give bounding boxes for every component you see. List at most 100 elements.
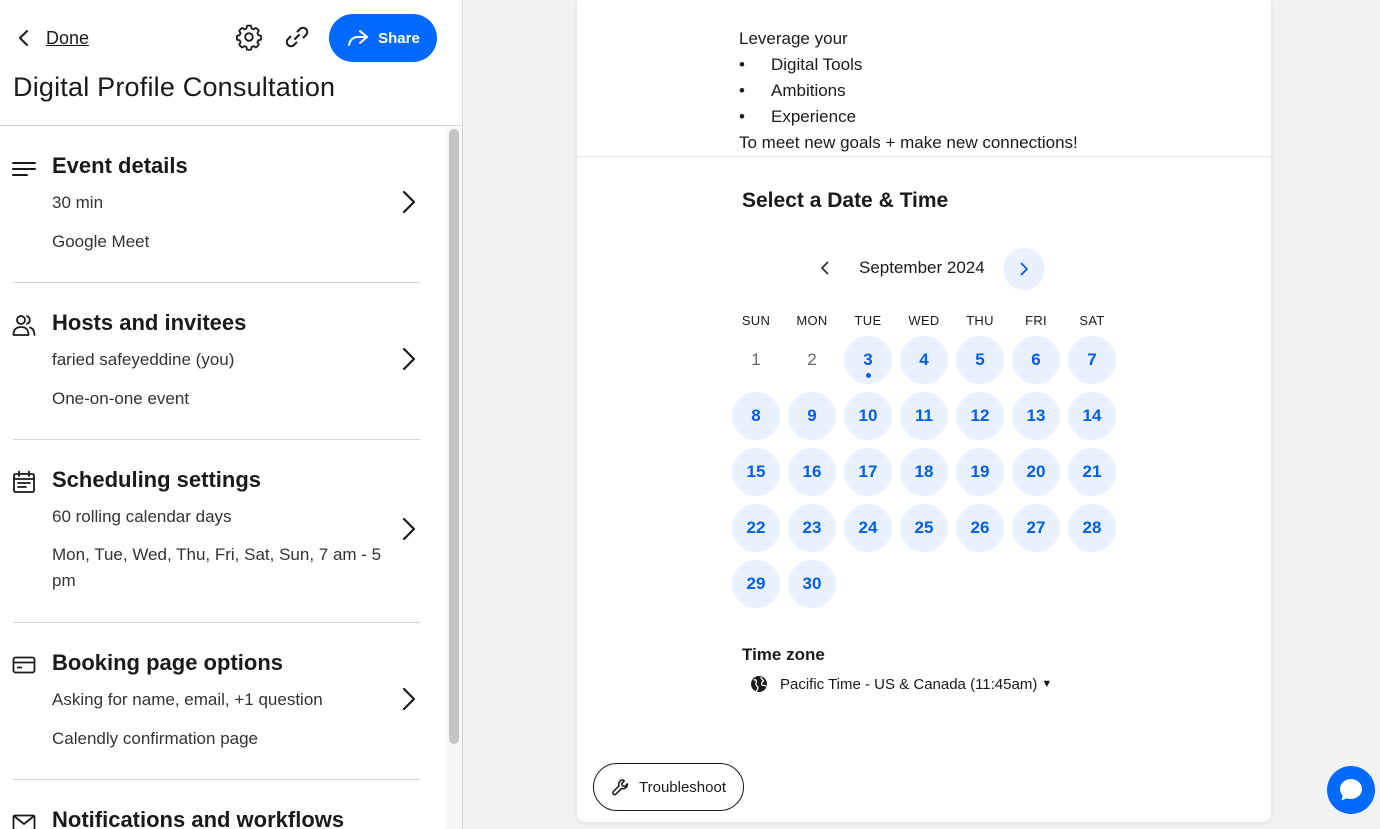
settings-button[interactable]	[234, 22, 264, 52]
section-line: Google Meet	[52, 232, 150, 251]
today-indicator	[866, 373, 871, 378]
calendar-day-22[interactable]: 22	[732, 504, 780, 552]
day-number: 29	[746, 574, 766, 593]
day-number: 24	[858, 518, 878, 537]
bullet-text: Digital Tools	[771, 55, 863, 74]
divider	[13, 282, 420, 283]
day-number: 28	[1082, 518, 1102, 537]
description-bullet: • Digital Tools	[739, 52, 1078, 78]
calendar-day-11[interactable]: 11	[900, 392, 948, 440]
calendar-day-12[interactable]: 12	[956, 392, 1004, 440]
mail-icon	[12, 811, 36, 829]
day-number: 2	[807, 350, 817, 369]
day-number: 16	[802, 462, 822, 481]
left-header: Done Share Digital Profile Consultation	[0, 0, 462, 126]
calendar-day-21[interactable]: 21	[1068, 448, 1116, 496]
calendar-day-9[interactable]: 9	[788, 392, 836, 440]
calendar-day-18[interactable]: 18	[900, 448, 948, 496]
day-number: 23	[802, 518, 822, 537]
weekday-mon: MON	[796, 313, 828, 328]
bullet-text: Ambitions	[771, 81, 846, 100]
section-booking-page-options[interactable]: Booking page options Asking for name, em…	[0, 624, 446, 780]
select-date-title: Select a Date & Time	[742, 189, 949, 212]
chevron-right-icon[interactable]	[398, 685, 420, 713]
day-number: 6	[1031, 350, 1041, 369]
description-bullet: • Ambitions	[739, 78, 1078, 104]
calendar-day-28[interactable]: 28	[1068, 504, 1116, 552]
day-number: 1	[751, 350, 761, 369]
calendar-day-10[interactable]: 10	[844, 392, 892, 440]
section-line: Mon, Tue, Wed, Thu, Fri, Sat, Sun, 7 am …	[52, 545, 382, 590]
section-title: Hosts and invitees	[52, 310, 247, 335]
calendar-day-19[interactable]: 19	[956, 448, 1004, 496]
section-hosts-and-invitees[interactable]: Hosts and invitees faried safeyeddine (y…	[0, 284, 446, 440]
calendar-icon	[12, 470, 36, 494]
weekday-tue: TUE	[854, 313, 882, 328]
chevron-right-icon[interactable]	[398, 188, 420, 216]
section-notifications-and-workflows[interactable]: Notifications and workflows	[0, 781, 446, 829]
done-label: Done	[46, 27, 90, 48]
previous-month-button[interactable]	[812, 255, 838, 281]
calendar-day-24[interactable]: 24	[844, 504, 892, 552]
description-bullet: • Experience	[739, 104, 1078, 130]
section-title: Notifications and workflows	[52, 807, 345, 829]
calendar-day-4[interactable]: 4	[900, 336, 948, 384]
section-line: faried safeyeddine (you)	[52, 350, 235, 369]
timezone-label: Pacific Time - US & Canada (11:45am)	[780, 675, 1038, 693]
timezone-select[interactable]: Pacific Time - US & Canada (11:45am) ▼	[750, 675, 1052, 693]
day-number: 7	[1087, 350, 1097, 369]
calendar-day-23[interactable]: 23	[788, 504, 836, 552]
card-icon	[12, 653, 36, 677]
page-title: Digital Profile Consultation	[13, 72, 336, 102]
section-line: 60 rolling calendar days	[52, 507, 232, 526]
bullet-dot: •	[739, 55, 745, 74]
troubleshoot-button[interactable]: Troubleshoot	[593, 763, 744, 811]
gear-icon	[235, 24, 263, 51]
calendar-day-7[interactable]: 7	[1068, 336, 1116, 384]
calendar-day-8[interactable]: 8	[732, 392, 780, 440]
done-button[interactable]: Done	[14, 24, 89, 52]
day-number: 21	[1082, 462, 1102, 481]
section-line: 30 min	[52, 193, 104, 212]
weekday-sat: SAT	[1079, 313, 1105, 328]
scrollbar-thumb[interactable]	[449, 129, 459, 744]
calendar-day-30[interactable]: 30	[788, 560, 836, 608]
share-button[interactable]: Share	[329, 14, 437, 62]
section-event-details[interactable]: Event details 30 min Google Meet	[0, 127, 446, 283]
day-number: 12	[970, 406, 990, 425]
day-number: 13	[1026, 406, 1046, 425]
calendar-day-26[interactable]: 26	[956, 504, 1004, 552]
chevron-right-icon[interactable]	[398, 515, 420, 543]
share-arrow-icon	[348, 30, 369, 46]
next-month-button[interactable]	[1003, 248, 1045, 290]
calendar-day-13[interactable]: 13	[1012, 392, 1060, 440]
day-number: 27	[1026, 518, 1046, 537]
calendar-day-17[interactable]: 17	[844, 448, 892, 496]
section-line: One-on-one event	[52, 389, 190, 408]
divider	[13, 779, 420, 780]
troubleshoot-label: Troubleshoot	[639, 778, 726, 796]
day-number: 26	[970, 518, 990, 537]
chevron-right-icon	[1020, 262, 1028, 276]
chat-button[interactable]	[1327, 766, 1375, 814]
calendar-day-14[interactable]: 14	[1068, 392, 1116, 440]
chevron-right-icon[interactable]	[398, 345, 420, 373]
weekday-wed: WED	[908, 313, 940, 328]
chat-bubble-icon	[1340, 779, 1362, 801]
calendar-day-3[interactable]: 3	[844, 336, 892, 384]
calendar-day-5[interactable]: 5	[956, 336, 1004, 384]
calendar-day-29[interactable]: 29	[732, 560, 780, 608]
calendar-day-27[interactable]: 27	[1012, 504, 1060, 552]
calendar-day-15[interactable]: 15	[732, 448, 780, 496]
section-scheduling-settings[interactable]: Scheduling settings 60 rolling calendar …	[0, 441, 446, 623]
copy-link-button[interactable]	[282, 22, 312, 52]
calendar-day-25[interactable]: 25	[900, 504, 948, 552]
calendar-day-16[interactable]: 16	[788, 448, 836, 496]
section-title: Booking page options	[52, 650, 283, 675]
wrench-icon	[612, 778, 629, 795]
calendar-day-20[interactable]: 20	[1012, 448, 1060, 496]
chevron-left-icon	[821, 261, 829, 275]
calendar-day-6[interactable]: 6	[1012, 336, 1060, 384]
day-number: 11	[915, 406, 933, 425]
month-label: September 2024	[859, 258, 985, 277]
